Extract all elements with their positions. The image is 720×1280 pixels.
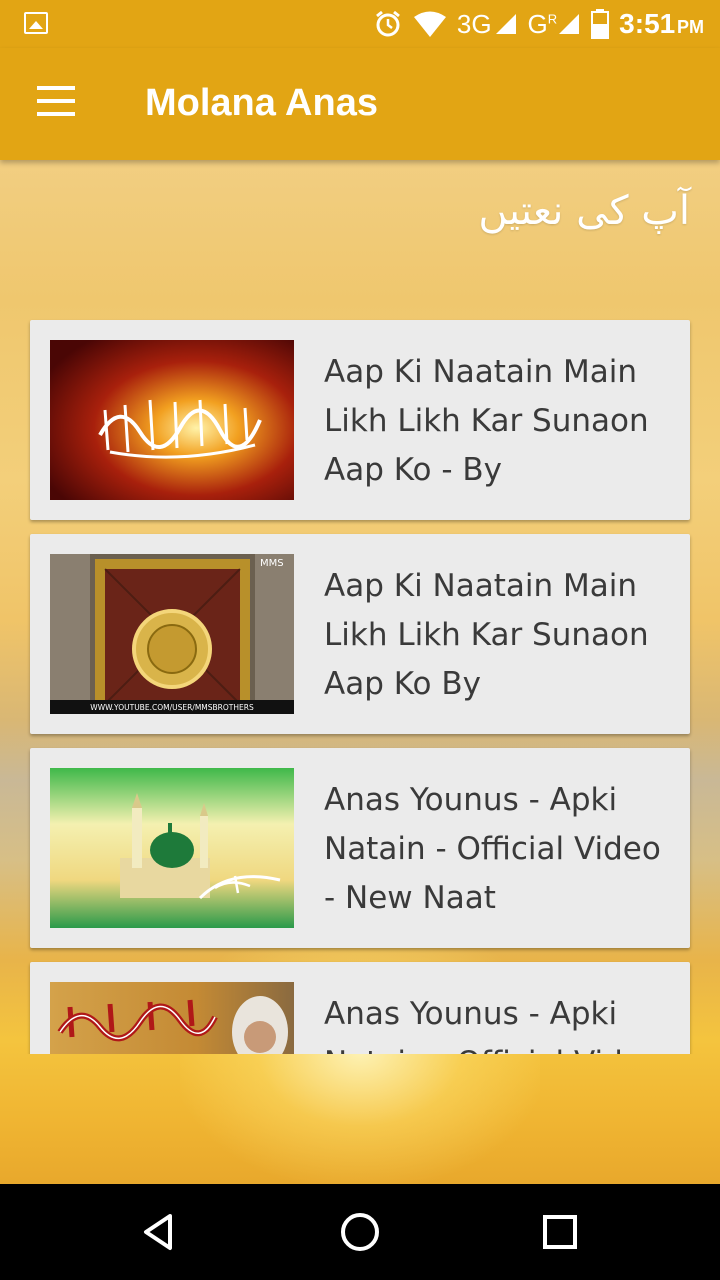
video-card[interactable]: WWW.YOUTUBE.COM/USER/MMSBROTHERS MMS Aap… [30, 534, 690, 734]
video-card[interactable]: Anas Younus - Apki Natain - Official Vid… [30, 962, 690, 1054]
hamburger-menu-icon[interactable] [30, 86, 82, 126]
video-title: Aap Ki Naatain Main Likh Likh Kar Sunaon… [324, 354, 649, 488]
video-title: Anas Younus - Apki Natain - Official Vid… [324, 782, 661, 916]
video-card[interactable]: Aap Ki Naatain Main Likh Likh Kar Sunaon… [30, 320, 690, 520]
recents-icon[interactable] [536, 1208, 584, 1256]
thumb-badge: MMS [260, 558, 284, 569]
red-calligraphy-thumbnail [50, 340, 294, 500]
status-bar: 3G GR 3:51 PM [0, 0, 720, 48]
network-type-3g: 3G [456, 8, 492, 39]
alarm-icon [375, 10, 400, 37]
screen-background: 3G GR 3:51 PM Molana Anas آپ کی نعتیں Aa… [0, 0, 720, 1184]
wifi-icon [413, 11, 446, 37]
battery-icon [591, 9, 610, 39]
signal-icon-2 [559, 14, 580, 34]
back-icon[interactable] [136, 1208, 184, 1256]
green-dome-thumbnail [50, 768, 294, 928]
thumb-watermark: WWW.YOUTUBE.COM/USER/MMSBROTHERS [90, 703, 254, 712]
urdu-heading: آپ کی نعتیں [478, 188, 690, 234]
network-type-g: GR [527, 8, 558, 39]
navigation-bar [0, 1184, 720, 1280]
signal-icon [495, 14, 516, 34]
app-bar: Molana Anas [0, 48, 720, 160]
image-icon [24, 12, 48, 34]
urdu-text-portrait-thumbnail [50, 982, 294, 1054]
video-list[interactable]: Aap Ki Naatain Main Likh Likh Kar Sunaon… [0, 300, 720, 1054]
clock-time: 3:51 PM [619, 8, 704, 39]
golden-door-thumbnail: WWW.YOUTUBE.COM/USER/MMSBROTHERS MMS [50, 554, 294, 714]
video-title: Anas Younus - Apki Natain - Official Vid… [324, 996, 661, 1054]
video-card[interactable]: Anas Younus - Apki Natain - Official Vid… [30, 748, 690, 948]
app-title: Molana Anas [145, 82, 378, 124]
video-title: Aap Ki Naatain Main Likh Likh Kar Sunaon… [324, 568, 649, 702]
home-icon[interactable] [336, 1208, 384, 1256]
